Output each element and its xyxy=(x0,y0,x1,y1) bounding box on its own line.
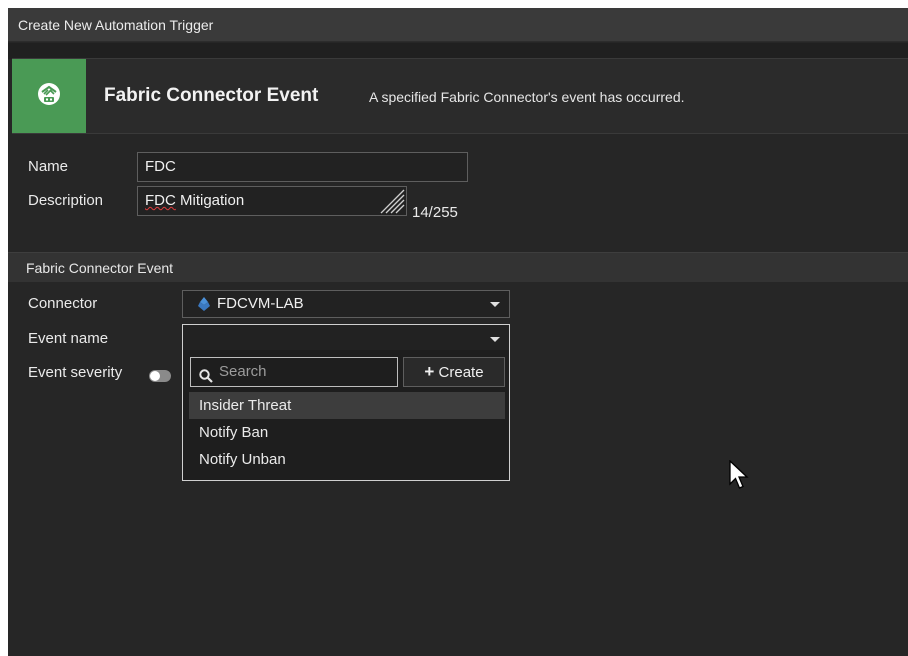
connector-select[interactable]: FDCVM-LAB xyxy=(182,290,510,318)
trigger-type-banner: Fabric Connector Event A specified Fabri… xyxy=(12,58,908,134)
plus-icon: + xyxy=(424,362,435,381)
trigger-description: A specified Fabric Connector's event has… xyxy=(369,89,685,105)
fabric-connector-icon xyxy=(36,81,62,112)
connector-value: FDCVM-LAB xyxy=(217,295,304,312)
description-value: Mitigation xyxy=(175,192,245,209)
search-icon xyxy=(199,365,213,393)
section-header: Fabric Connector Event xyxy=(8,252,908,282)
chevron-down-icon xyxy=(490,302,500,307)
automation-trigger-dialog: Create New Automation Trigger Fabric Con… xyxy=(8,8,908,656)
chevron-down-icon xyxy=(490,337,500,342)
trigger-icon-box xyxy=(12,59,86,133)
event-severity-label: Event severity xyxy=(28,364,123,381)
description-textarea[interactable]: FDC Mitigation xyxy=(137,186,407,216)
search-placeholder: Search xyxy=(219,363,267,380)
dropdown-option[interactable]: Insider Threat xyxy=(189,392,505,419)
name-label: Name xyxy=(28,158,69,175)
dropdown-option[interactable]: Notify Ban xyxy=(189,419,505,446)
dialog-title: Create New Automation Trigger xyxy=(8,8,908,42)
name-value: FDC xyxy=(145,158,176,175)
name-field[interactable]: FDC xyxy=(137,152,468,182)
create-button[interactable]: + Create xyxy=(403,357,505,387)
fortinet-icon xyxy=(196,296,212,316)
connector-label: Connector xyxy=(28,295,98,312)
event-name-dropdown: Search + Create Insider Threat Notify Ba… xyxy=(182,350,510,481)
mouse-cursor-icon xyxy=(729,459,751,495)
char-counter: 14/255 xyxy=(412,204,458,221)
event-severity-toggle[interactable] xyxy=(149,370,171,382)
resize-handle-icon[interactable] xyxy=(375,188,405,214)
trigger-title: Fabric Connector Event xyxy=(104,85,319,106)
event-name-select[interactable] xyxy=(182,324,510,351)
create-button-label: Create xyxy=(438,364,484,381)
description-label: Description xyxy=(28,192,104,209)
description-misspelled-word: FDC xyxy=(145,192,176,209)
event-name-label: Event name xyxy=(28,330,109,347)
search-input[interactable]: Search xyxy=(190,357,398,387)
dropdown-option[interactable]: Notify Unban xyxy=(189,446,505,473)
title-divider xyxy=(8,43,908,59)
